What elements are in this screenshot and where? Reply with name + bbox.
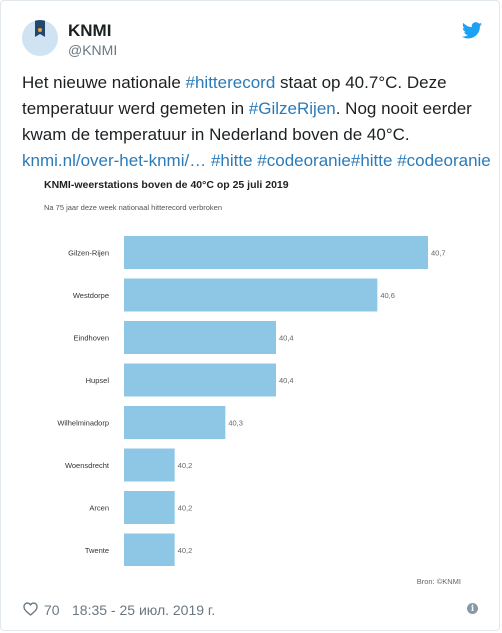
category-label: Hupsel (86, 376, 110, 385)
tweet-text-segment: . Nog nooit eerder (335, 99, 472, 118)
author-name[interactable]: KNMI (68, 21, 111, 41)
tweet-line: Het nieuwe nationale #hitterecord staat … (22, 70, 484, 96)
bar (124, 321, 276, 354)
tweet-text-segment: kwam de temperatuur in Nederland boven d… (22, 125, 410, 144)
value-label: 40,2 (178, 504, 193, 513)
value-label: 40,7 (431, 249, 446, 258)
like-count[interactable]: 70 (44, 602, 60, 618)
hashtag-link[interactable]: #GilzeRijen (249, 99, 336, 118)
category-label: Twente (85, 546, 109, 555)
value-label: 40,2 (178, 546, 193, 555)
bar (124, 363, 276, 397)
avatar[interactable] (22, 20, 58, 56)
hashtag-link[interactable]: #hitterecord (186, 73, 276, 92)
value-label: 40,4 (279, 334, 294, 343)
value-label: 40,3 (228, 419, 243, 428)
tweet-text-segment: Het nieuwe nationale (22, 73, 186, 92)
tweet-line: temperatuur werd gemeten in #GilzeRijen.… (22, 96, 484, 122)
tweet-datetime[interactable]: 18:35 - 25 июл. 2019 г. (72, 602, 215, 618)
tweet-footer: 70 18:35 - 25 июл. 2019 г. i (22, 600, 482, 620)
bar (124, 491, 175, 524)
bar-chart: Gilzen-Rijen 40,7 Westdorpe 40,6 Eindhoven 40… (57, 236, 446, 566)
category-label: Eindhoven (74, 334, 109, 343)
bar (124, 278, 378, 312)
tweet-text-segment: staat op 40.7°C. Deze (275, 73, 447, 92)
bar (124, 448, 175, 482)
bar (124, 406, 226, 439)
category-label: Arcen (89, 504, 109, 513)
bar (124, 236, 428, 269)
category-label: Westdorpe (73, 291, 109, 300)
tweet-text: Het nieuwe nationale #hitterecord staat … (22, 70, 491, 174)
author-handle[interactable]: @KNMI (68, 42, 117, 58)
tweet-line: kwam de temperatuur in Nederland boven d… (22, 122, 484, 148)
value-label: 40,6 (380, 291, 395, 300)
info-icon[interactable]: i (467, 603, 478, 614)
twitter-bird-icon[interactable] (462, 22, 482, 39)
chart-source: Bron: ©KNMI (416, 577, 461, 586)
category-label: Wilhelminadorp (57, 419, 109, 428)
category-label: Gilzen-Rijen (68, 249, 109, 258)
category-label: Woensdrecht (65, 461, 110, 470)
tweet-text-segment: temperatuur werd gemeten in (22, 99, 249, 118)
bar (124, 533, 175, 566)
chart-image[interactable]: KNMI-weerstations boven de 40°C op 25 ju… (22, 166, 482, 598)
value-label: 40,4 (279, 376, 294, 385)
heart-icon[interactable] (23, 602, 38, 616)
value-label: 40,2 (178, 461, 193, 470)
tweet-card: KNMI @KNMI Het nieuwe nationale #hittere… (0, 0, 500, 631)
